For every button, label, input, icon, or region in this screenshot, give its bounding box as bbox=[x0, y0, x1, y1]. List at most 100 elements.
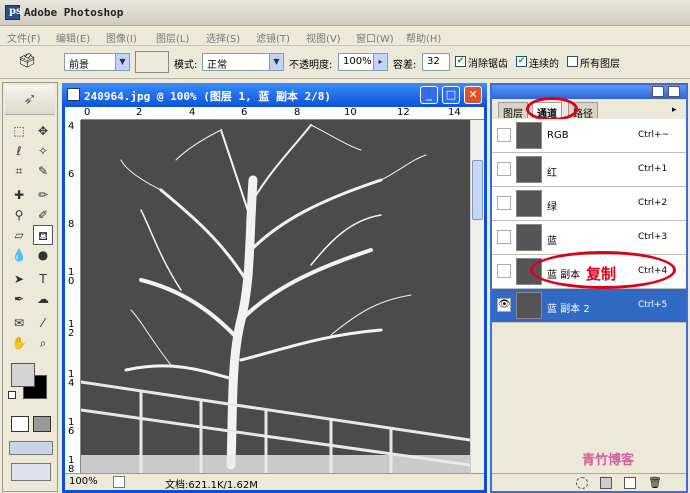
menu-image[interactable]: 图像(I) bbox=[106, 30, 137, 45]
all-layers-checkbox[interactable] bbox=[567, 56, 578, 67]
blur-tool-icon[interactable]: 💧 bbox=[9, 245, 29, 265]
load-selection-icon[interactable] bbox=[576, 477, 588, 489]
paint-bucket-tool-icon[interactable]: ⛾ bbox=[33, 225, 53, 245]
save-selection-icon[interactable] bbox=[600, 477, 612, 489]
fill-source-select[interactable]: 前景 ▼ bbox=[64, 53, 130, 71]
visibility-toggle[interactable] bbox=[497, 264, 511, 278]
clone-stamp-tool-icon[interactable]: ⚲ bbox=[9, 205, 29, 225]
scroll-thumb[interactable] bbox=[472, 160, 483, 220]
move-tool-icon[interactable]: ✥ bbox=[33, 121, 53, 141]
tolerance-value: 32 bbox=[427, 56, 440, 67]
menu-select[interactable]: 选择(S) bbox=[206, 30, 240, 45]
menu-view[interactable]: 视图(V) bbox=[306, 30, 341, 45]
dodge-tool-icon[interactable]: ● bbox=[33, 245, 53, 265]
eyedropper-tool-icon[interactable]: ⁄ bbox=[33, 313, 53, 333]
type-tool-icon[interactable]: T bbox=[33, 269, 53, 289]
document-title-bar[interactable]: 240964.jpg @ 100% (图层 1, 蓝 副本 2/8) _ □ ✕ bbox=[62, 83, 487, 107]
healing-brush-tool-icon[interactable]: ✚ bbox=[9, 185, 29, 205]
visibility-toggle[interactable] bbox=[497, 128, 511, 142]
panel-close-icon[interactable] bbox=[668, 86, 680, 97]
crop-tool-icon[interactable]: ⌗ bbox=[9, 161, 29, 181]
photoshop-icon: ps bbox=[5, 5, 22, 20]
ruler-tick-label: 1 4 bbox=[68, 369, 75, 389]
image-canvas[interactable] bbox=[81, 120, 470, 473]
new-channel-icon[interactable] bbox=[624, 477, 636, 489]
brush-tool-icon[interactable]: ✏ bbox=[33, 185, 53, 205]
menu-bar: 文件(F) 编辑(E) 图像(I) 图层(L) 选择(S) 滤镜(T) 视图(V… bbox=[0, 26, 690, 46]
menu-filter[interactable]: 滤镜(T) bbox=[256, 30, 290, 45]
zoom-level[interactable]: 100% bbox=[69, 476, 98, 487]
slice-tool-icon[interactable]: ✎ bbox=[33, 161, 53, 181]
history-brush-tool-icon[interactable]: ✐ bbox=[33, 205, 53, 225]
pattern-swatch[interactable] bbox=[135, 51, 169, 73]
panel-title-bar[interactable] bbox=[492, 85, 686, 99]
custom-shape-tool-icon[interactable]: ☁ bbox=[33, 289, 53, 309]
channel-row-green[interactable]: 绿 Ctrl+2 bbox=[492, 187, 686, 221]
visibility-toggle[interactable] bbox=[497, 230, 511, 244]
tolerance-label: 容差: bbox=[393, 60, 417, 71]
options-bar: 🗳 前景 ▼ 模式: 正常 ▼ 不透明度: 100% ▸ 容差: 32 ✔ 消除锯齿 … bbox=[0, 46, 690, 79]
status-menu-icon[interactable] bbox=[113, 476, 125, 488]
visibility-toggle[interactable] bbox=[497, 196, 511, 210]
maximize-button[interactable]: □ bbox=[442, 86, 460, 104]
screen-mode-icon[interactable] bbox=[9, 441, 53, 455]
menu-window[interactable]: 窗口(W) bbox=[356, 30, 394, 45]
tab-layers[interactable]: 图层 bbox=[498, 102, 528, 120]
channel-row-rgb[interactable]: RGB Ctrl+~ bbox=[492, 119, 686, 153]
channel-shortcut: Ctrl+1 bbox=[638, 164, 668, 174]
menu-help[interactable]: 帮助(H) bbox=[406, 30, 441, 45]
channel-thumbnail bbox=[516, 292, 542, 319]
fill-source-value: 前景 bbox=[69, 60, 89, 71]
all-layers-label: 所有图层 bbox=[580, 59, 620, 70]
channel-row-blue[interactable]: 蓝 Ctrl+3 bbox=[492, 221, 686, 255]
channel-name: RGB bbox=[547, 130, 569, 141]
chevron-right-icon: ▸ bbox=[373, 54, 387, 70]
channel-shortcut: Ctrl+2 bbox=[638, 198, 668, 208]
visibility-toggle[interactable] bbox=[497, 162, 511, 176]
channel-row-blue-copy-2[interactable]: 👁 蓝 副本 2 Ctrl+5 bbox=[492, 289, 686, 323]
close-button[interactable]: ✕ bbox=[464, 86, 482, 104]
ruler-tick-label: 1 2 bbox=[68, 319, 75, 339]
pen-tool-icon[interactable]: ✒ bbox=[9, 289, 29, 309]
tab-highlight-circle bbox=[526, 97, 578, 121]
watermark: 青竹博客 bbox=[582, 453, 635, 468]
marquee-tool-icon[interactable]: ⬚ bbox=[9, 121, 29, 141]
toolbox: ➶ ⬚ ✥ ℓ ✧ ⌗ ✎ ✚ ✏ ⚲ ✐ ▱ ⛾ 💧 ● ➤ T ✒ ☁ ✉ … bbox=[2, 82, 58, 492]
zoom-tool-icon[interactable]: ⌕ bbox=[33, 333, 53, 353]
lasso-tool-icon[interactable]: ℓ bbox=[9, 141, 29, 161]
channels-panel: 图层 通道 路径 ▸ RGB Ctrl+~ 红 Ctrl+1 绿 Ctrl+2 … bbox=[490, 83, 688, 493]
contiguous-checkbox[interactable]: ✔ bbox=[516, 56, 527, 67]
default-colors-icon[interactable] bbox=[8, 391, 16, 399]
minimize-button[interactable]: _ bbox=[420, 86, 438, 104]
jump-to-imageready-icon[interactable] bbox=[11, 463, 51, 481]
menu-file[interactable]: 文件(F) bbox=[7, 30, 41, 45]
paint-bucket-tool-icon[interactable]: 🗳 bbox=[18, 53, 42, 71]
antialias-checkbox[interactable]: ✔ bbox=[455, 56, 466, 67]
panel-menu-icon[interactable]: ▸ bbox=[672, 105, 677, 115]
tolerance-input[interactable]: 32 bbox=[422, 53, 450, 71]
panel-minimize-icon[interactable] bbox=[652, 86, 664, 97]
menu-edit[interactable]: 编辑(E) bbox=[56, 30, 90, 45]
document-window: 240964.jpg @ 100% (图层 1, 蓝 副本 2/8) _ □ ✕… bbox=[62, 83, 487, 493]
channel-thumbnail bbox=[516, 122, 542, 149]
notes-tool-icon[interactable]: ✉ bbox=[9, 313, 29, 333]
path-selection-tool-icon[interactable]: ➤ bbox=[9, 269, 29, 289]
magic-wand-tool-icon[interactable]: ✧ bbox=[33, 141, 53, 161]
channel-row-red[interactable]: 红 Ctrl+1 bbox=[492, 153, 686, 187]
delete-channel-icon[interactable]: 🗑 bbox=[648, 476, 662, 489]
channel-thumbnail bbox=[516, 224, 542, 251]
ruler-tick-label: 10 bbox=[344, 107, 357, 118]
quick-mask-mode-icon[interactable] bbox=[33, 416, 51, 432]
eye-icon[interactable]: 👁 bbox=[497, 298, 511, 312]
mode-select[interactable]: 正常 ▼ bbox=[202, 53, 284, 71]
standard-mode-icon[interactable] bbox=[11, 416, 29, 432]
app-title: Adobe Photoshop bbox=[24, 6, 124, 19]
vertical-scrollbar[interactable] bbox=[470, 120, 484, 473]
hand-tool-icon[interactable]: ✋ bbox=[9, 333, 29, 353]
menu-layer[interactable]: 图层(L) bbox=[156, 30, 189, 45]
opacity-input[interactable]: 100% ▸ bbox=[338, 53, 388, 71]
foreground-color-swatch[interactable] bbox=[11, 363, 35, 387]
status-bar: 100% 文档:621.1K/1.62M bbox=[65, 473, 484, 491]
channel-thumbnail bbox=[516, 190, 542, 217]
eraser-tool-icon[interactable]: ▱ bbox=[9, 225, 29, 245]
